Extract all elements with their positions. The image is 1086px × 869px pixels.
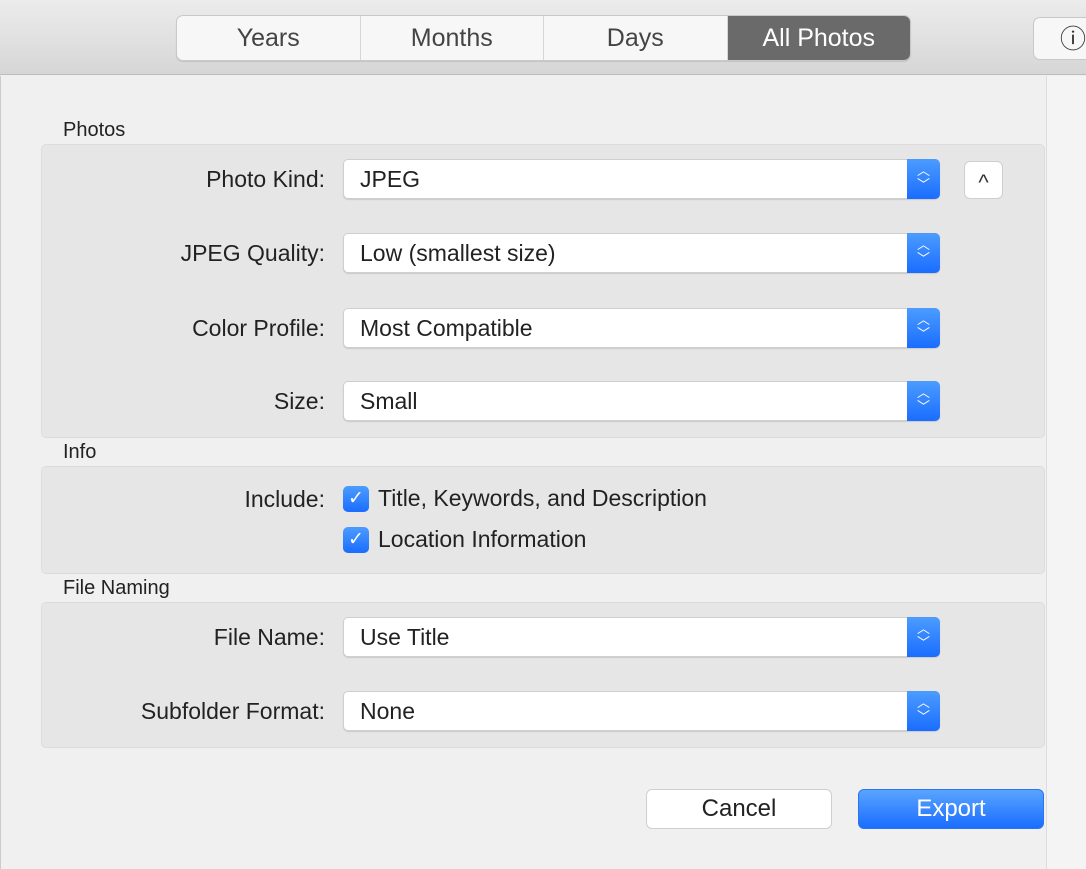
section-title-info: Info [63,441,97,463]
export-button[interactable]: Export [858,789,1044,829]
checkmark-icon: ✓ [343,526,369,553]
toolbar: Years Months Days All Photos ⓘ [0,0,1086,75]
info-button[interactable]: ⓘ [1033,17,1086,60]
photo-kind-label: Photo Kind: [206,166,325,192]
photo-kind-value: JPEG [360,166,421,192]
stepper-arrows-icon: ︿ ﹀ [907,308,940,348]
tab-months[interactable]: Months [361,16,544,60]
color-profile-label: Color Profile: [192,315,325,341]
checkbox-location-information[interactable]: ✓ Location Information [343,526,586,553]
size-select[interactable]: Small ︿ ﹀ [343,381,940,421]
photo-kind-select[interactable]: JPEG ︿ ﹀ [343,159,940,199]
tab-days[interactable]: Days [544,16,728,60]
info-icon: ⓘ [1060,24,1086,54]
tab-years[interactable]: Years [177,16,361,60]
chevron-up-icon: ^ [978,170,989,195]
section-title-photos: Photos [63,119,126,141]
checkbox-title-keywords-description[interactable]: ✓ Title, Keywords, and Description [343,485,707,512]
jpeg-quality-value: Low (smallest size) [360,240,556,266]
jpeg-quality-label: JPEG Quality: [180,240,325,266]
tab-all-photos[interactable]: All Photos [727,16,910,60]
checkbox-label: Location Information [378,526,587,552]
cancel-button[interactable]: Cancel [646,789,832,829]
checkbox-label: Title, Keywords, and Description [378,485,707,511]
size-value: Small [360,388,418,414]
stepper-arrows-icon: ︿ ﹀ [907,617,940,657]
jpeg-quality-select[interactable]: Low (smallest size) ︿ ﹀ [343,233,940,273]
file-name-select[interactable]: Use Title ︿ ﹀ [343,617,940,657]
stepper-arrows-icon: ︿ ﹀ [907,381,940,421]
include-label: Include: [244,486,325,512]
subfolder-format-value: None [360,698,415,724]
stepper-arrows-icon: ︿ ﹀ [907,159,940,199]
stepper-arrows-icon: ︿ ﹀ [907,691,940,731]
size-label: Size: [273,388,325,414]
file-name-label: File Name: [213,624,325,650]
stepper-arrows-icon: ︿ ﹀ [907,233,940,273]
subfolder-format-label: Subfolder Format: [140,698,325,724]
collapse-button[interactable]: ^ [964,161,1003,199]
color-profile-select[interactable]: Most Compatible ︿ ﹀ [343,308,940,348]
view-segmented-control: Years Months Days All Photos [176,15,911,61]
background-strip [1046,76,1086,869]
color-profile-value: Most Compatible [360,315,533,341]
file-name-value: Use Title [360,624,450,650]
subfolder-format-select[interactable]: None ︿ ﹀ [343,691,940,731]
checkmark-icon: ✓ [343,485,369,512]
section-title-file-naming: File Naming [63,577,170,599]
info-panel [41,466,1045,574]
